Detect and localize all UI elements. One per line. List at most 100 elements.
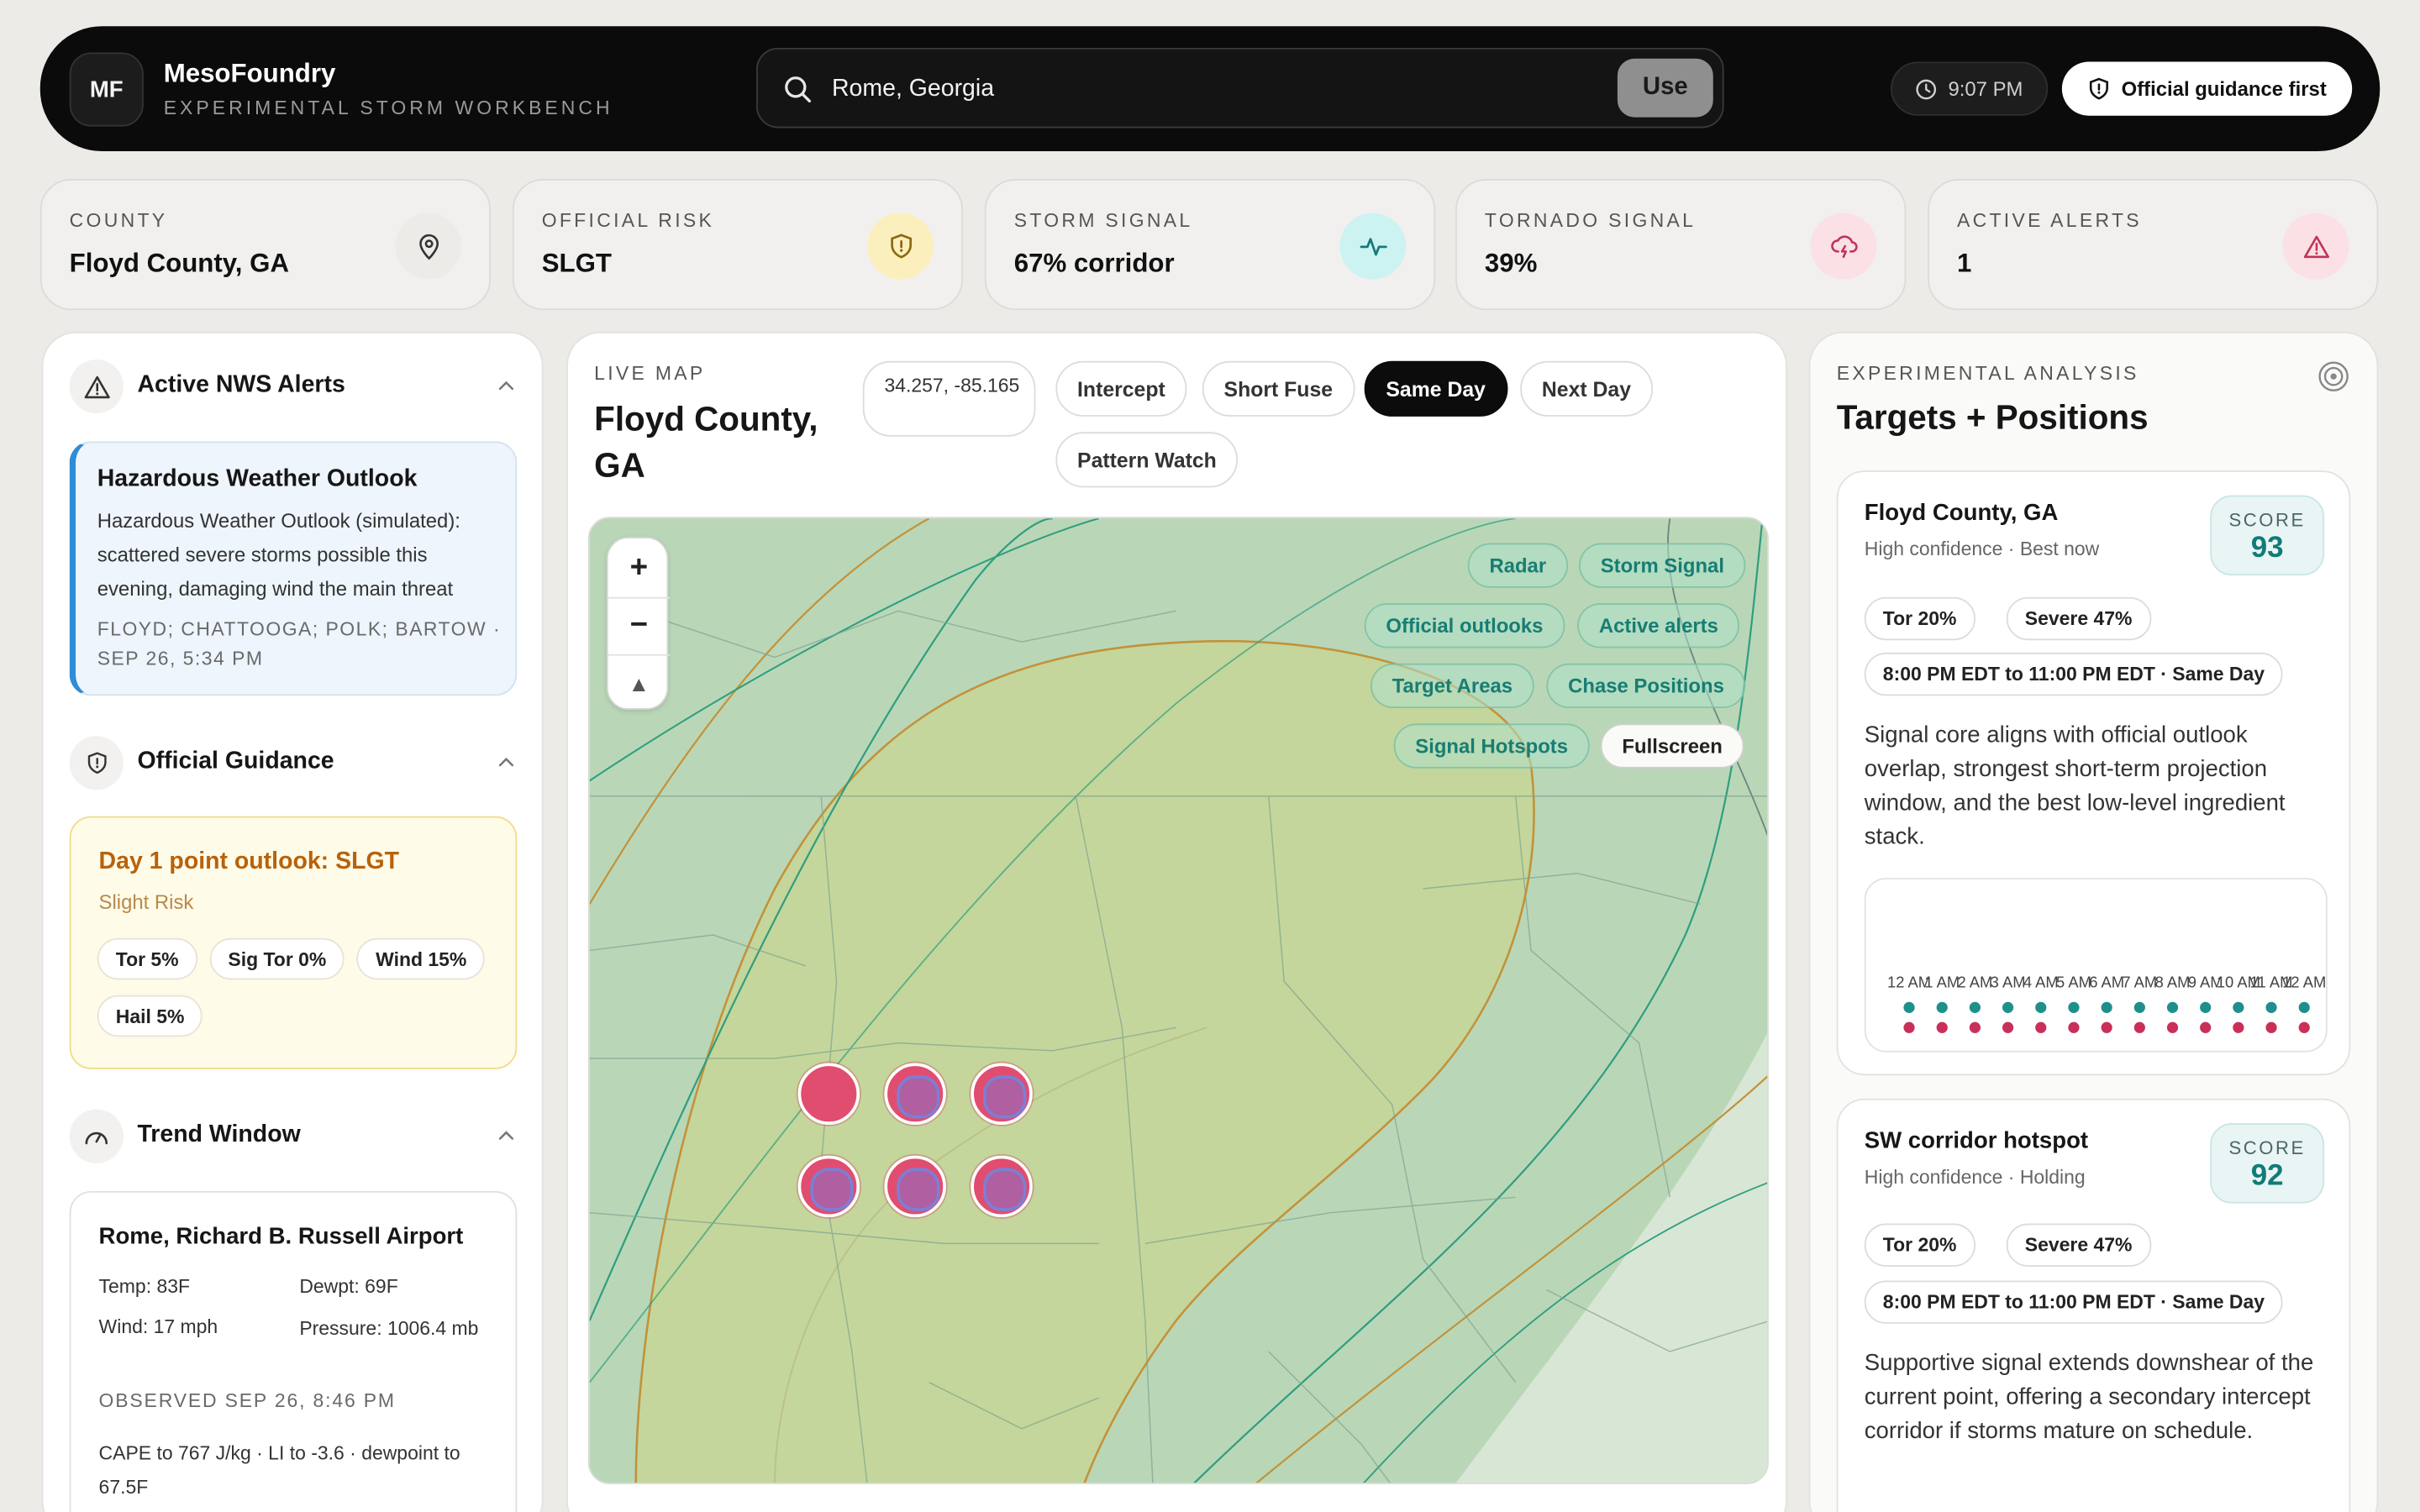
target-name: Floyd County, GA — [1864, 500, 2059, 527]
target-confidence: High confidence · Best now — [1864, 538, 2100, 560]
target-card[interactable]: SW corridor hotspot High confidence · Ho… — [1836, 1098, 2351, 1512]
shield-icon — [2089, 77, 2108, 100]
gauge-icon — [69, 1109, 124, 1163]
timeline-risk-dot — [1903, 1021, 1915, 1033]
chevron-up-icon[interactable] — [496, 751, 518, 773]
timeline-risk-dot — [2298, 1021, 2310, 1033]
severe-chip: Severe 47% — [2006, 1223, 2151, 1267]
timeline-risk-dot — [2166, 1021, 2179, 1033]
chevron-up-icon[interactable] — [496, 1125, 518, 1147]
official-guidance-button[interactable]: Official guidance first — [2061, 61, 2353, 116]
mode-short-fuse[interactable]: Short Fuse — [1202, 360, 1355, 417]
fullscreen-button[interactable]: Fullscreen — [1600, 723, 1744, 769]
observation-card: Rome, Richard B. Russell Airport Temp: 8… — [69, 1190, 518, 1512]
layer-chase-positions[interactable]: Chase Positions — [1546, 663, 1746, 709]
cloud-lightning-icon — [1810, 213, 1877, 280]
score-badge: SCORE 93 — [2210, 495, 2325, 576]
stat-value: 1 — [1956, 248, 1972, 278]
outlook-subtitle: Slight Risk — [98, 890, 194, 914]
compass-button[interactable]: ▲ — [608, 654, 671, 710]
score-value: 92 — [2250, 1160, 2284, 1193]
outlook-chip: Sig Tor 0% — [209, 937, 345, 980]
station-name: Rome, Richard B. Russell Airport — [98, 1223, 464, 1250]
section-title: Trend Window — [137, 1121, 301, 1148]
mode-same-day[interactable]: Same Day — [1364, 360, 1507, 417]
timeline-risk-dot — [2233, 1021, 2244, 1033]
timeline-signal-dot — [1936, 1001, 1948, 1013]
timeline-risk-dot — [2002, 1021, 2014, 1033]
layer-signal-hotspots[interactable]: Signal Hotspots — [1393, 723, 1590, 769]
mode-intercept[interactable]: Intercept — [1055, 360, 1187, 417]
chase-position-marker[interactable] — [797, 1155, 860, 1218]
chevron-up-icon[interactable] — [496, 375, 518, 396]
timeline-hour-label: 1 AM — [1924, 974, 1960, 991]
search-input[interactable] — [831, 67, 1604, 112]
timeline-signal-dot — [2101, 1001, 2112, 1013]
target-confidence: High confidence · Holding — [1864, 1166, 2086, 1189]
chase-position-marker[interactable] — [884, 1155, 946, 1218]
section-header-guidance[interactable]: Official Guidance — [69, 736, 518, 791]
timeline-hour-label: 6 AM — [2089, 974, 2124, 991]
obs-temp: Temp: 83F — [98, 1275, 191, 1298]
mode-pattern-watch[interactable]: Pattern Watch — [1055, 432, 1239, 488]
clock-pill: 9:07 PM — [1890, 61, 2049, 116]
stat-storm-signal: STORM SIGNAL 67% corridor — [984, 179, 1436, 311]
chase-position-marker[interactable] — [884, 1063, 946, 1125]
stat-value: 39% — [1484, 248, 1538, 278]
section-header-alerts[interactable]: Active NWS Alerts — [69, 359, 518, 415]
timeline-risk-dot — [2133, 1021, 2145, 1033]
hotspot-marker[interactable] — [797, 1063, 860, 1125]
coordinates-display: 34.257, -85.165 — [862, 360, 1036, 437]
alert-body: Hazardous Weather Outlook (simulated): s… — [97, 509, 460, 601]
zoom-in-button[interactable]: + — [608, 540, 670, 596]
stat-tornado-signal: TORNADO SIGNAL 39% — [1455, 179, 1907, 311]
chase-position-marker[interactable] — [971, 1155, 1033, 1218]
stat-value: 67% corridor — [1013, 248, 1175, 278]
stat-label: STORM SIGNAL — [1013, 209, 1193, 232]
use-location-button[interactable]: Use — [1617, 58, 1713, 118]
layer-target-areas[interactable]: Target Areas — [1370, 663, 1534, 709]
timeline-hour-label: 12 AM — [2282, 974, 2326, 991]
alert-card[interactable]: Hazardous Weather Outlook Hazardous Weat… — [69, 441, 518, 696]
stat-value: SLGT — [541, 248, 612, 278]
official-guidance-label: Official guidance first — [2121, 76, 2327, 101]
timeline-signal-dot — [2068, 1001, 2080, 1013]
map-pin-icon — [395, 213, 462, 280]
stat-active-alerts: ACTIVE ALERTS 1 — [1928, 179, 2379, 311]
top-bar: MF MesoFoundry EXPERIMENTAL STORM WORKBE… — [39, 26, 2381, 151]
obs-pressure: Pressure: 1006.4 mb — [299, 1317, 479, 1340]
section-title: Active NWS Alerts — [137, 371, 345, 398]
outlook-title: Day 1 point outlook: SLGT — [98, 848, 399, 875]
score-label: SCORE — [2228, 509, 2306, 531]
timeline-signal-dot — [1969, 1001, 1981, 1013]
alert-title: Hazardous Weather Outlook — [97, 465, 418, 492]
alert-triangle-icon — [69, 359, 124, 414]
shield-icon — [69, 736, 124, 790]
target-icon[interactable] — [2317, 360, 2350, 393]
alert-meta: FLOYD; CHATTOOGA; POLK; BARTOW · SEP 26,… — [97, 618, 502, 670]
live-map[interactable]: + − ▲ Radar Storm Signal Official outloo… — [587, 517, 1769, 1484]
layer-official-outlooks[interactable]: Official outlooks — [1364, 603, 1565, 648]
alert-triangle-icon — [2282, 213, 2349, 280]
app-logo[interactable]: MF — [69, 52, 144, 127]
stat-county: COUNTY Floyd County, GA — [39, 179, 492, 311]
mode-next-day[interactable]: Next Day — [1520, 360, 1653, 417]
score-label: SCORE — [2228, 1137, 2306, 1159]
stat-label: COUNTY — [69, 209, 168, 232]
tor-chip: Tor 20% — [1864, 596, 1975, 641]
zoom-out-button[interactable]: − — [608, 596, 671, 653]
timeline-signal-dot — [2265, 1001, 2277, 1013]
timeline-risk-dot — [2101, 1021, 2112, 1033]
timeline-hour-label: 8 AM — [2155, 974, 2191, 991]
layer-storm-signal[interactable]: Storm Signal — [1578, 543, 1746, 588]
layer-active-alerts[interactable]: Active alerts — [1577, 603, 1740, 648]
target-card[interactable]: Floyd County, GA High confidence · Best … — [1836, 470, 2351, 1076]
chase-position-marker[interactable] — [971, 1063, 1033, 1125]
map-title: Floyd County, GA — [594, 399, 818, 485]
obs-wind: Wind: 17 mph — [98, 1315, 218, 1338]
section-header-trend[interactable]: Trend Window — [69, 1109, 518, 1165]
layer-radar[interactable]: Radar — [1467, 543, 1568, 588]
outlook-chips: Tor 5% Sig Tor 0% Wind 15% Hail 5% — [97, 937, 502, 1037]
target-description: Supportive signal extends downshear of t… — [1864, 1350, 2314, 1445]
timeline-risk-dot — [1969, 1021, 1981, 1033]
